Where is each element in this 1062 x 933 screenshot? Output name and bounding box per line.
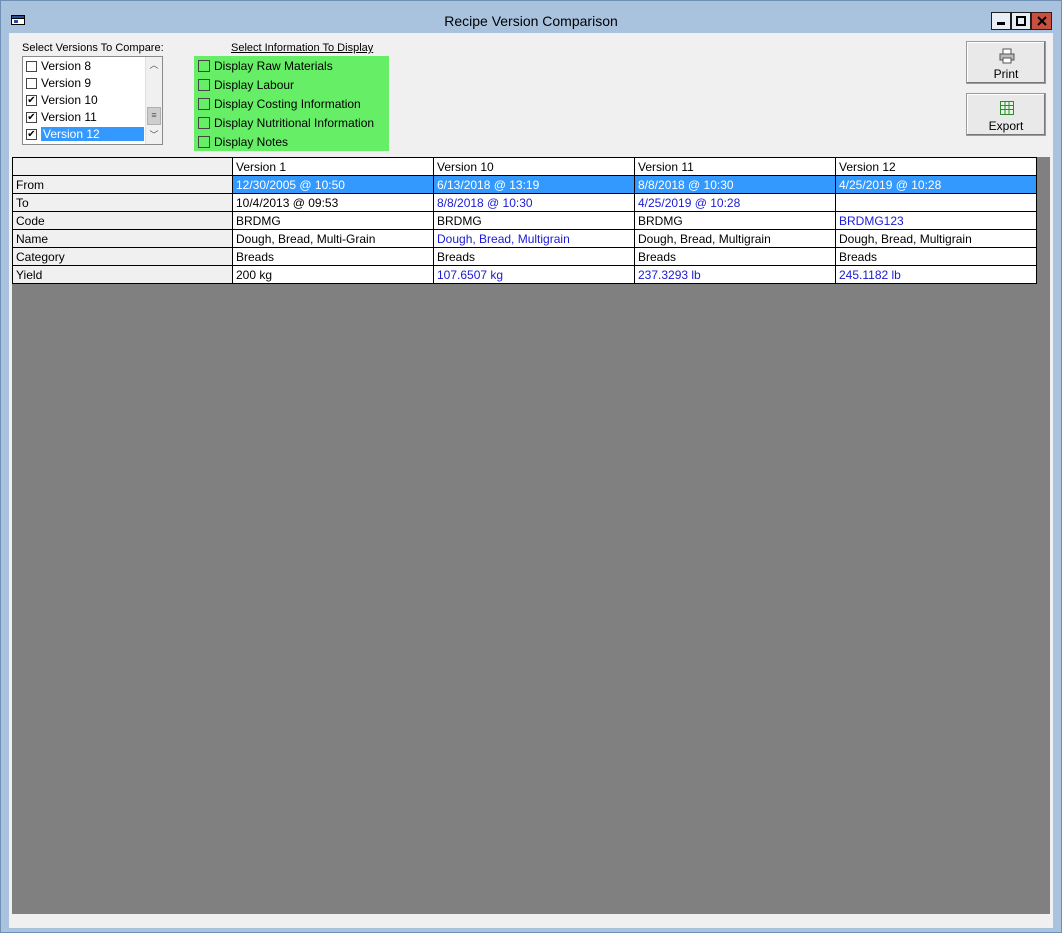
row-header[interactable]: Name	[12, 229, 233, 248]
table-header-row: Version 1 Version 10 Version 11 Version …	[12, 157, 1037, 176]
table-cell[interactable]: 8/8/2018 @ 10:30	[433, 193, 635, 212]
printer-icon	[999, 48, 1015, 64]
version-label: Version 9	[41, 76, 92, 90]
close-icon	[1036, 16, 1047, 26]
table-cell[interactable]: Dough, Bread, Multigrain	[634, 229, 836, 248]
column-header[interactable]: Version 12	[835, 157, 1037, 176]
table-cell[interactable]: 8/8/2018 @ 10:30	[634, 175, 836, 194]
version-item[interactable]: ✔ Version 11	[26, 109, 144, 125]
option-label: Display Raw Materials	[214, 58, 333, 73]
title-bar: Recipe Version Comparison	[1, 1, 1061, 34]
row-header[interactable]: Yield	[12, 265, 233, 284]
comparison-table: Version 1 Version 10 Version 11 Version …	[12, 157, 1037, 284]
status-strip	[12, 914, 1050, 920]
table-row[interactable]: Yield 200 kg 107.6507 kg 237.3293 lb 245…	[12, 265, 1037, 284]
table-row[interactable]: Name Dough, Bread, Multi-Grain Dough, Br…	[12, 229, 1037, 248]
version-item[interactable]: Version 8	[26, 58, 144, 74]
print-label: Print	[993, 67, 1019, 81]
spreadsheet-icon	[1000, 101, 1014, 115]
option-label: Display Labour	[214, 77, 295, 92]
chevron-down-icon[interactable]: ﹀	[146, 127, 162, 143]
table-cell[interactable]: 6/13/2018 @ 13:19	[433, 175, 635, 194]
version-checkbox[interactable]: ✔	[26, 128, 37, 140]
version-label: Version 11	[41, 110, 97, 124]
column-header[interactable]: Version 1	[232, 157, 434, 176]
version-checkbox[interactable]: ✔	[26, 111, 37, 123]
table-cell[interactable]: BRDMG	[232, 211, 434, 230]
minimize-icon	[997, 22, 1005, 25]
table-cell[interactable]: 10/4/2013 @ 09:53	[232, 193, 434, 212]
version-label: Version 10	[41, 93, 98, 107]
minimize-button[interactable]	[991, 12, 1011, 30]
option-checkbox[interactable]	[198, 59, 210, 72]
table-cell[interactable]	[835, 193, 1037, 212]
table-cell[interactable]: BRDMG	[433, 211, 635, 230]
table-cell[interactable]: Dough, Bread, Multi-Grain	[232, 229, 434, 248]
comparison-grid: Version 1 Version 10 Version 11 Version …	[12, 157, 1050, 914]
print-button[interactable]: Print	[966, 41, 1046, 84]
option-checkbox[interactable]	[198, 78, 210, 91]
table-cell[interactable]: 200 kg	[232, 265, 434, 284]
table-cell[interactable]: Dough, Bread, Multigrain	[835, 229, 1037, 248]
table-row[interactable]: To 10/4/2013 @ 09:53 8/8/2018 @ 10:30 4/…	[12, 193, 1037, 212]
export-button[interactable]: Export	[966, 93, 1046, 136]
maximize-button[interactable]	[1011, 12, 1031, 30]
export-label: Export	[988, 119, 1024, 133]
option-checkbox[interactable]	[198, 116, 210, 129]
table-cell[interactable]: Breads	[835, 247, 1037, 266]
option-label: Display Notes	[214, 134, 289, 149]
table-row[interactable]: Code BRDMG BRDMG BRDMG BRDMG123	[12, 211, 1037, 230]
row-header[interactable]: Code	[12, 211, 233, 230]
table-cell[interactable]: BRDMG	[634, 211, 836, 230]
version-checkbox[interactable]	[26, 77, 37, 89]
display-nutritional-option[interactable]: Display Nutritional Information	[198, 114, 374, 131]
table-cell[interactable]: 237.3293 lb	[634, 265, 836, 284]
table-row[interactable]: From 12/30/2005 @ 10:50 6/13/2018 @ 13:1…	[12, 175, 1037, 194]
table-cell[interactable]: Dough, Bread, Multigrain	[433, 229, 635, 248]
display-raw-materials-option[interactable]: Display Raw Materials	[198, 57, 333, 74]
row-header[interactable]: From	[12, 175, 233, 194]
table-cell[interactable]: Breads	[433, 247, 635, 266]
table-cell[interactable]: 4/25/2019 @ 10:28	[634, 193, 836, 212]
row-header[interactable]: Category	[12, 247, 233, 266]
version-item[interactable]: ✔ Version 10	[26, 92, 144, 108]
option-checkbox[interactable]	[198, 135, 210, 148]
table-cell[interactable]: 4/25/2019 @ 10:28	[835, 175, 1037, 194]
display-notes-option[interactable]: Display Notes	[198, 133, 288, 150]
table-cell[interactable]: 245.1182 lb	[835, 265, 1037, 284]
table-cell[interactable]: Breads	[634, 247, 836, 266]
table-cell[interactable]: BRDMG123	[835, 211, 1037, 230]
option-label: Display Nutritional Information	[214, 115, 375, 130]
versions-label: Select Versions To Compare:	[22, 42, 164, 54]
window-title: Recipe Version Comparison	[444, 13, 618, 29]
corner-cell	[12, 157, 233, 176]
maximize-icon	[1016, 16, 1026, 26]
scroll-thumb[interactable]: ≡	[147, 107, 161, 125]
option-checkbox[interactable]	[198, 97, 210, 110]
display-labour-option[interactable]: Display Labour	[198, 76, 294, 93]
table-cell[interactable]: 12/30/2005 @ 10:50	[232, 175, 434, 194]
chevron-up-icon[interactable]: ︿	[146, 57, 162, 73]
close-button[interactable]	[1031, 12, 1052, 30]
display-costing-option[interactable]: Display Costing Information	[198, 95, 361, 112]
table-row[interactable]: Category Breads Breads Breads Breads	[12, 247, 1037, 266]
client-area: Select Versions To Compare: Version 8 Ve…	[9, 33, 1053, 928]
version-item-selected[interactable]: ✔ Version 12	[26, 126, 144, 142]
info-label: Select Information To Display	[231, 42, 374, 54]
versions-scrollbar[interactable]: ︿ ≡ ﹀	[145, 57, 162, 144]
versions-list[interactable]: Version 8 Version 9 ✔ Version 10 ✔ Versi…	[22, 56, 163, 145]
column-header[interactable]: Version 11	[634, 157, 836, 176]
column-header[interactable]: Version 10	[433, 157, 635, 176]
version-item[interactable]: Version 9	[26, 75, 144, 91]
option-label: Display Costing Information	[214, 96, 361, 111]
recipe-version-comparison-window: Recipe Version Comparison Select Version…	[0, 0, 1062, 933]
version-label: Version 12	[41, 127, 144, 141]
table-cell[interactable]: Breads	[232, 247, 434, 266]
version-checkbox[interactable]	[26, 60, 37, 72]
table-cell[interactable]: 107.6507 kg	[433, 265, 635, 284]
info-options-panel: Display Raw Materials Display Labour Dis…	[194, 56, 389, 151]
version-checkbox[interactable]: ✔	[26, 94, 37, 106]
version-label: Version 8	[41, 59, 92, 73]
row-header[interactable]: To	[12, 193, 233, 212]
